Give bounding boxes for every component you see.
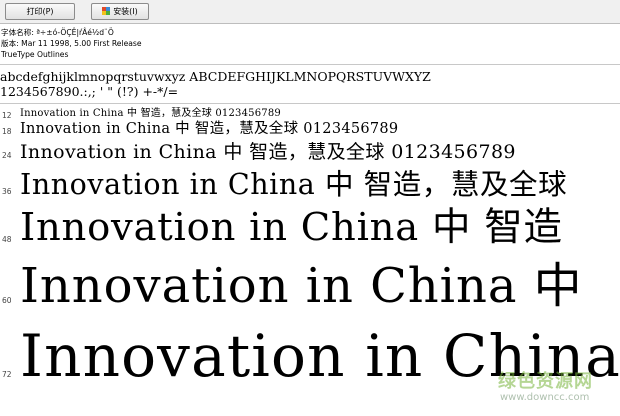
sample-text-48: Innovation in China 中 智造 — [20, 205, 563, 250]
divider — [0, 64, 620, 65]
size-label: 18 — [2, 127, 12, 136]
outline-type-text: TrueType Outlines — [1, 50, 69, 59]
sample-text-60: Innovation in China 中 — [20, 258, 583, 314]
toolbar: 打印(P) 安装(I) — [0, 0, 620, 24]
sample-text-18: Innovation in China 中 智造，慧及全球 0123456789 — [20, 121, 399, 137]
install-button[interactable]: 安装(I) — [91, 3, 149, 20]
shield-icon — [102, 7, 111, 15]
size-label: 72 — [2, 370, 12, 379]
sample-text-24: Innovation in China 中 智造，慧及全球 0123456789 — [20, 141, 516, 163]
version-text: 版本: Mar 11 1998, 5.00 First Release — [1, 39, 142, 48]
watermark-logo: 绿色资源网 — [498, 371, 593, 392]
size-label: 24 — [2, 151, 12, 160]
divider — [0, 103, 620, 104]
sample-text-36: Innovation in China 中 智造，慧及全球 — [20, 168, 568, 201]
install-button-label: 安装(I) — [113, 7, 138, 16]
size-label: 12 — [2, 111, 12, 120]
sample-text-12: Innovation in China 中 智造，慧及全球 0123456789 — [20, 108, 281, 119]
font-name-text: 字体名称: ª÷±ó-ÖÇÊ|ŕÂé½d¨Ö — [1, 28, 114, 37]
charset-letters: abcdefghijklmnopqrstuvwxyz ABCDEFGHIJKLM… — [0, 69, 431, 84]
size-label: 60 — [2, 296, 12, 305]
print-button[interactable]: 打印(P) — [5, 3, 75, 20]
size-label: 48 — [2, 235, 12, 244]
size-label: 36 — [2, 187, 12, 196]
charset-digits: 1234567890.:,; ' " (!?) +-*/= — [0, 84, 179, 99]
watermark-url: www.downcc.com — [500, 392, 590, 403]
